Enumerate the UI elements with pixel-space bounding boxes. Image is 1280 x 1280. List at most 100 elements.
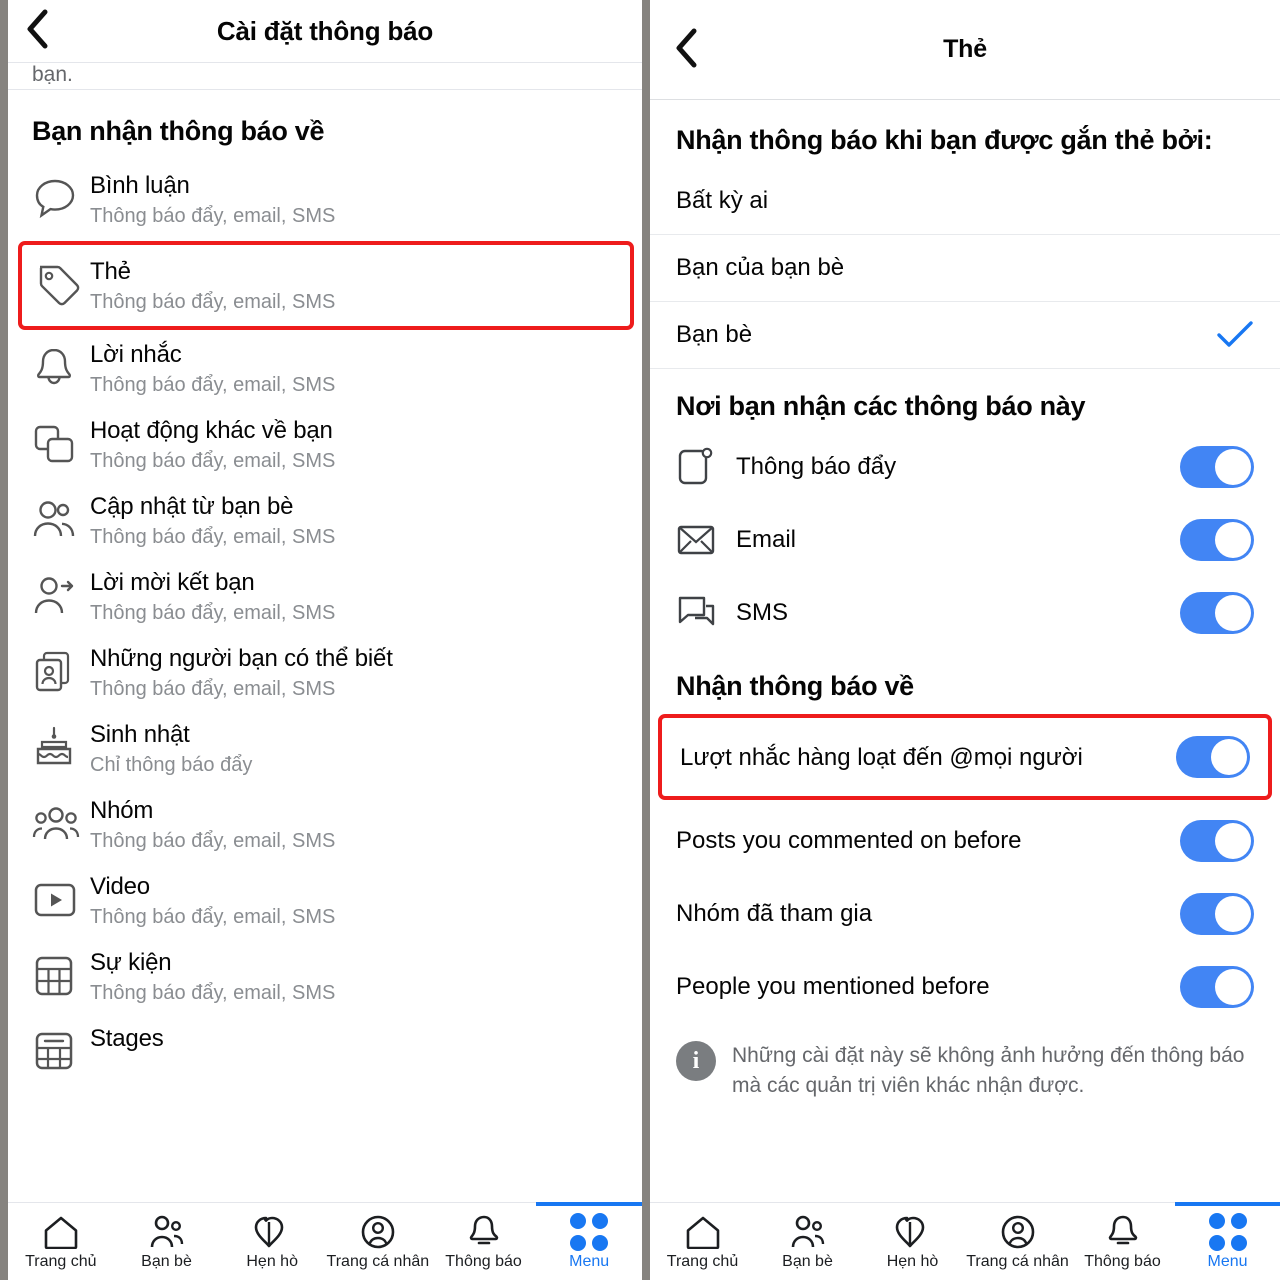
nav-item-profile[interactable]: Trang cá nhân — [965, 1203, 1070, 1280]
toggle-switch-push[interactable] — [1180, 445, 1254, 488]
stacked-squares-icon — [32, 416, 90, 472]
nav-item-menu[interactable]: Menu — [1175, 1202, 1280, 1280]
person-arrow-icon — [32, 568, 90, 624]
friends-icon — [147, 1214, 187, 1250]
toggle-switch-bulk-mentions[interactable] — [1176, 736, 1250, 778]
toggle-switch-joined-groups[interactable] — [1180, 892, 1254, 935]
info-note: i Những cài đặt này sẽ không ảnh hưởng đ… — [650, 1023, 1280, 1101]
nav-item-profile[interactable]: Trang cá nhân — [325, 1203, 431, 1280]
section-title: Bạn nhận thông báo về — [32, 116, 325, 146]
back-button[interactable] — [8, 9, 66, 53]
about-label: Posts you commented on before — [676, 827, 1022, 854]
nav-item-home[interactable]: Trang chủ — [8, 1203, 114, 1280]
about-label: Nhóm đã tham gia — [676, 900, 873, 927]
about-row-highlighted[interactable]: Lượt nhắc hàng loạt đến @mọi người — [658, 714, 1272, 800]
list-item[interactable]: Những người bạn có thể biết Thông báo đẩ… — [8, 636, 642, 712]
nav-label: Trang chủ — [25, 1252, 97, 1270]
nav-item-friends[interactable]: Bạn bè — [114, 1203, 220, 1280]
nav-label: Trang chủ — [666, 1252, 739, 1270]
about-row[interactable]: Nhóm đã tham gia — [650, 877, 1280, 950]
option-row[interactable]: Bạn của bạn bè — [650, 235, 1280, 302]
list-item-title: Thẻ — [90, 258, 131, 285]
profile-circle-icon — [360, 1214, 396, 1250]
nav-item-notifications[interactable]: Thông báo — [1070, 1203, 1175, 1280]
list-item-subtitle: Thông báo đẩy, email, SMS — [90, 526, 336, 548]
list-item[interactable]: Lời mời kết bạn Thông báo đẩy, email, SM… — [8, 560, 642, 636]
toggle-switch-email[interactable] — [1180, 518, 1254, 561]
menu-grid-icon — [570, 1212, 609, 1251]
list-item[interactable]: Video Thông báo đẩy, email, SMS — [8, 864, 642, 940]
stage-icon — [32, 1024, 90, 1080]
list-item[interactable]: Lời nhắc Thông báo đẩy, email, SMS — [8, 332, 642, 408]
option-label: Bất kỳ ai — [676, 187, 769, 214]
push-notification-icon — [676, 446, 736, 488]
nav-label: Trang cá nhân — [966, 1252, 1069, 1270]
right-phone-screen: Thẻ Nhận thông báo khi bạn được gắn thẻ … — [650, 0, 1280, 1280]
list-item-title: Những người bạn có thể biết — [90, 645, 393, 672]
left-header: Cài đặt thông báo — [8, 0, 642, 63]
about-label: People you mentioned before — [676, 973, 990, 1000]
calendar-grid-icon — [32, 948, 90, 1004]
nav-item-dating[interactable]: Hẹn hò — [860, 1203, 965, 1280]
list-item-title: Lời nhắc — [90, 341, 182, 368]
toggle-switch-posts-commented[interactable] — [1180, 819, 1254, 862]
channel-row-sms[interactable]: SMS — [650, 576, 1280, 649]
about-row[interactable]: Posts you commented on before — [650, 804, 1280, 877]
list-item-title: Nhóm — [90, 797, 154, 824]
nav-label: Bạn bè — [782, 1252, 833, 1270]
home-icon — [684, 1214, 722, 1250]
nav-item-friends[interactable]: Bạn bè — [755, 1203, 860, 1280]
dating-hearts-icon — [893, 1214, 933, 1250]
nav-label: Thông báo — [1084, 1252, 1161, 1270]
left-phone-screen: Cài đặt thông báo bạn. Bạn nhận thông bá… — [8, 0, 642, 1280]
comment-bubble-icon — [32, 171, 90, 227]
list-item-subtitle: Thông báo đẩy, email, SMS — [90, 374, 336, 396]
list-item-the-highlighted[interactable]: Thẻ Thông báo đẩy, email, SMS — [18, 241, 634, 330]
channel-label: Thông báo đẩy — [736, 453, 897, 480]
question-title: Nhận thông báo khi bạn được gắn thẻ bởi: — [676, 125, 1213, 155]
right-header: Thẻ — [650, 0, 1280, 100]
nav-item-home[interactable]: Trang chủ — [650, 1203, 755, 1280]
channels-section-title: Nơi bạn nhận các thông báo này — [676, 391, 1086, 421]
nav-label: Thông báo — [445, 1252, 522, 1270]
about-row[interactable]: People you mentioned before — [650, 950, 1280, 1023]
home-icon — [42, 1214, 80, 1250]
option-row-selected[interactable]: Bạn bè — [650, 302, 1280, 369]
checkmark-icon — [1216, 320, 1254, 350]
list-item[interactable]: Stages — [8, 1016, 642, 1092]
list-item-subtitle: Thông báo đẩy, email, SMS — [90, 602, 336, 624]
toggle-switch-sms[interactable] — [1180, 591, 1254, 634]
list-item-title: Sinh nhật — [90, 721, 190, 748]
nav-item-dating[interactable]: Hẹn hò — [219, 1203, 325, 1280]
list-item[interactable]: Sự kiện Thông báo đẩy, email, SMS — [8, 940, 642, 1016]
list-item-title: Lời mời kết bạn — [90, 569, 255, 596]
list-item-subtitle: Thông báo đẩy, email, SMS — [90, 205, 336, 227]
channel-row-push[interactable]: Thông báo đẩy — [650, 430, 1280, 503]
nav-label: Menu — [569, 1252, 610, 1270]
bell-icon — [466, 1214, 502, 1250]
nav-item-notifications[interactable]: Thông báo — [431, 1203, 537, 1280]
menu-grid-icon — [1208, 1212, 1247, 1251]
list-item-subtitle: Thông báo đẩy, email, SMS — [90, 450, 336, 472]
info-icon: i — [676, 1041, 716, 1081]
back-button[interactable] — [650, 28, 722, 72]
birthday-cake-icon — [32, 720, 90, 776]
channel-row-email[interactable]: Email — [650, 503, 1280, 576]
three-people-icon — [32, 796, 90, 852]
list-item[interactable]: Cập nhật từ bạn bè Thông báo đẩy, email,… — [8, 484, 642, 560]
nav-label: Hẹn hò — [886, 1252, 939, 1270]
list-item[interactable]: Sinh nhật Chỉ thông báo đẩy — [8, 712, 642, 788]
nav-label: Trang cá nhân — [326, 1252, 430, 1270]
dating-hearts-icon — [252, 1214, 292, 1250]
list-item[interactable]: Bình luận Thông báo đẩy, email, SMS — [8, 163, 642, 239]
list-item[interactable]: Nhóm Thông báo đẩy, email, SMS — [8, 788, 642, 864]
toggle-switch-people-mentioned[interactable] — [1180, 965, 1254, 1008]
list-item-title: Video — [90, 873, 150, 900]
option-row[interactable]: Bất kỳ ai — [650, 168, 1280, 235]
nav-item-menu[interactable]: Menu — [536, 1202, 642, 1280]
list-item[interactable]: Hoạt động khác về bạn Thông báo đẩy, ema… — [8, 408, 642, 484]
bell-icon — [1105, 1214, 1141, 1250]
channel-label: Email — [736, 526, 797, 553]
list-item-title: Bình luận — [90, 172, 190, 199]
list-item-subtitle: Chỉ thông báo đẩy — [90, 754, 253, 776]
